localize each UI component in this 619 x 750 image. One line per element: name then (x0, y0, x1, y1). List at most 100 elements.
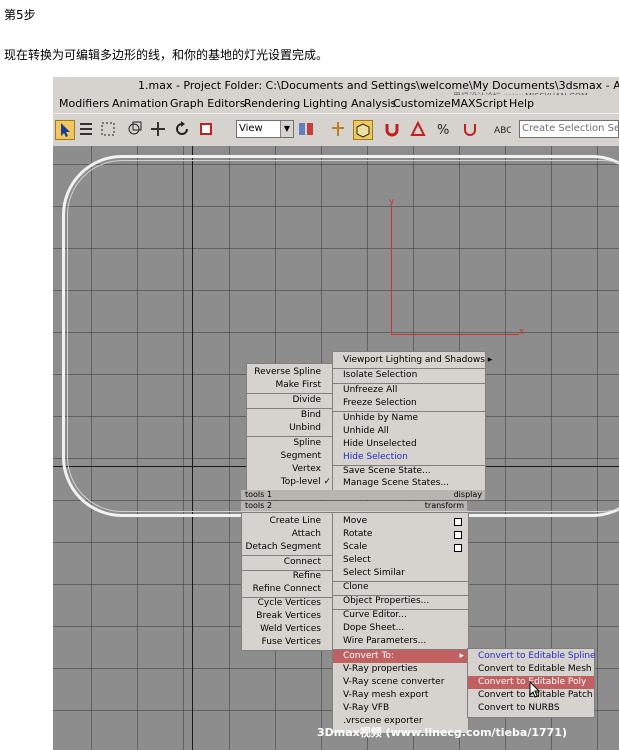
window-crossing-button[interactable] (125, 120, 143, 138)
menu-item-convert-editable-mesh[interactable]: Convert to Editable Mesh (478, 663, 592, 676)
quad-label-transform: transform (332, 501, 467, 511)
menu-customize[interactable]: Customize (393, 97, 451, 110)
menu-item-viewport-lighting[interactable]: Viewport Lighting and Shadows ▸ (343, 354, 492, 367)
menu-item-hide-unselected[interactable]: Hide Unselected (343, 438, 417, 451)
menu-item-hide-selection[interactable]: Hide Selection (343, 451, 408, 464)
menu-item-isolate-selection[interactable]: Isolate Selection (343, 369, 417, 382)
step-description: 现在转换为可编辑多边形的线，和你的基地的灯光设置完成。 (4, 48, 329, 62)
menu-item-curve-editor[interactable]: Curve Editor... (343, 609, 407, 622)
menu-item-bind[interactable]: Bind (247, 409, 321, 422)
menu-item-wire-parameters[interactable]: Wire Parameters... (343, 635, 426, 648)
menu-item-dope-sheet[interactable]: Dope Sheet... (343, 622, 404, 635)
menu-item-top-level[interactable]: Top-level ✓ (247, 476, 331, 489)
menu-animation[interactable]: Animation (112, 97, 168, 110)
menu-item-select[interactable]: Select (343, 554, 371, 567)
quad-label-tools1: tools 1 (241, 490, 333, 500)
menu-item-scale[interactable]: Scale (343, 541, 367, 554)
menu-item-fuse-vertices[interactable]: Fuse Vertices (242, 636, 321, 649)
spinner-snap-button[interactable] (461, 120, 479, 138)
select-rotate-button[interactable] (173, 120, 191, 138)
menu-item-refine-connect[interactable]: Refine Connect (242, 583, 321, 596)
menu-item-move[interactable]: Move (343, 515, 367, 528)
menu-item-unhide-by-name[interactable]: Unhide by Name (343, 412, 418, 425)
gizmo-x-axis (391, 334, 519, 335)
manipulate-icon (332, 122, 344, 136)
bottom-watermark: 3Dmax视频 (www.linecg.com/tieba/1771) (317, 726, 567, 739)
menu-item-manage-scene-states[interactable]: Manage Scene States... (343, 477, 449, 490)
submenu-arrow-icon: ▸ (459, 651, 464, 661)
edit-named-selection-button[interactable]: ABC (493, 120, 512, 138)
select-manipulate-button[interactable] (329, 120, 347, 138)
gizmo-x-label: x (519, 327, 525, 337)
gizmo-y-axis (391, 207, 392, 335)
menu-item-break-vertices[interactable]: Break Vertices (242, 610, 321, 623)
menu-item-detach-segment[interactable]: Detach Segment (242, 541, 321, 554)
keyboard-shortcut-override-button[interactable] (353, 120, 373, 140)
menu-item-vray-vfb[interactable]: V-Ray VFB (343, 702, 389, 715)
view-combo-value: View (239, 123, 263, 134)
cube-icon (356, 123, 370, 138)
spinner-snap-icon (464, 124, 476, 136)
settings-box-icon[interactable] (454, 544, 462, 552)
menu-item-divide[interactable]: Divide (247, 394, 321, 407)
convert-to-label: Convert To: (343, 651, 394, 661)
menu-bar: Modifiers Animation Graph Editors Render… (53, 95, 619, 113)
menu-item-refine[interactable]: Refine (242, 570, 321, 583)
select-move-button[interactable] (149, 120, 167, 138)
scale-icon (200, 123, 212, 135)
chevron-down-icon: ▼ (280, 121, 293, 137)
menu-rendering[interactable]: Rendering (244, 97, 300, 110)
angle-snap-icon (410, 120, 426, 136)
menu-item-cycle-vertices[interactable]: Cycle Vertices (242, 597, 321, 610)
menu-item-weld-vertices[interactable]: Weld Vertices (242, 623, 321, 636)
quad-tools2: Create Line Attach Detach Segment Connec… (241, 512, 334, 651)
menu-item-rotate[interactable]: Rotate (343, 528, 372, 541)
quad-label-display: display (332, 490, 485, 500)
named-selection-set-field[interactable]: Create Selection Set (519, 120, 619, 138)
menu-item-attach[interactable]: Attach (242, 528, 321, 541)
rect-selection-button[interactable] (99, 120, 117, 138)
select-object-button[interactable] (55, 120, 75, 140)
menu-item-unfreeze-all[interactable]: Unfreeze All (343, 384, 397, 397)
menu-item-object-properties[interactable]: Object Properties... (343, 595, 429, 608)
menu-item-create-line[interactable]: Create Line (242, 515, 321, 528)
menu-item-convert-to[interactable]: Convert To: ▸ (333, 650, 468, 663)
reference-coordinate-dropdown[interactable]: View ▼ (236, 120, 294, 138)
move-icon (151, 122, 165, 136)
select-by-name-button[interactable] (77, 120, 95, 138)
menu-item-spline[interactable]: Spline (247, 437, 321, 450)
menu-lighting-analysis[interactable]: Lighting Analysis (303, 97, 396, 110)
menu-modifiers[interactable]: Modifiers (59, 97, 109, 110)
pivot-center-button[interactable] (297, 120, 315, 138)
menu-graph-editors[interactable]: Graph Editors (170, 97, 246, 110)
menu-item-segment[interactable]: Segment (247, 450, 322, 463)
menu-item-clone[interactable]: Clone (343, 581, 369, 594)
menu-item-connect[interactable]: Connect (242, 556, 321, 569)
settings-box-icon[interactable] (454, 518, 462, 526)
menu-item-vray-scene-converter[interactable]: V-Ray scene converter (343, 676, 444, 689)
select-scale-button[interactable] (197, 120, 215, 138)
snaps-toggle-button[interactable] (383, 120, 401, 138)
percent-snap-button[interactable]: % (435, 120, 453, 138)
settings-box-icon[interactable] (454, 531, 462, 539)
percent-icon: % (437, 123, 449, 138)
dashed-rect-icon (101, 122, 115, 136)
list-icon (80, 123, 92, 135)
menu-item-reverse-spline[interactable]: Reverse Spline (247, 366, 321, 379)
menu-item-convert-editable-spline[interactable]: Convert to Editable Spline (478, 650, 596, 663)
menu-item-vray-mesh-export[interactable]: V-Ray mesh export (343, 689, 428, 702)
menu-item-make-first[interactable]: Make First (247, 379, 321, 392)
menu-item-unbind[interactable]: Unbind (247, 422, 321, 435)
pivot-center-icon (299, 123, 313, 135)
menu-maxscript[interactable]: MAXScript (451, 97, 507, 110)
gizmo-y-label: y (389, 197, 395, 207)
quad-display: Viewport Lighting and Shadows ▸ Isolate … (332, 351, 492, 491)
menu-item-vray-properties[interactable]: V-Ray properties (343, 663, 418, 676)
menu-item-select-similar[interactable]: Select Similar (343, 567, 405, 580)
menu-item-convert-nurbs[interactable]: Convert to NURBS (478, 702, 560, 715)
menu-item-freeze-selection[interactable]: Freeze Selection (343, 397, 417, 410)
menu-help[interactable]: Help (509, 97, 534, 110)
menu-item-unhide-all[interactable]: Unhide All (343, 425, 389, 438)
angle-snap-button[interactable] (409, 120, 427, 138)
menu-item-vertex[interactable]: Vertex (247, 463, 321, 476)
